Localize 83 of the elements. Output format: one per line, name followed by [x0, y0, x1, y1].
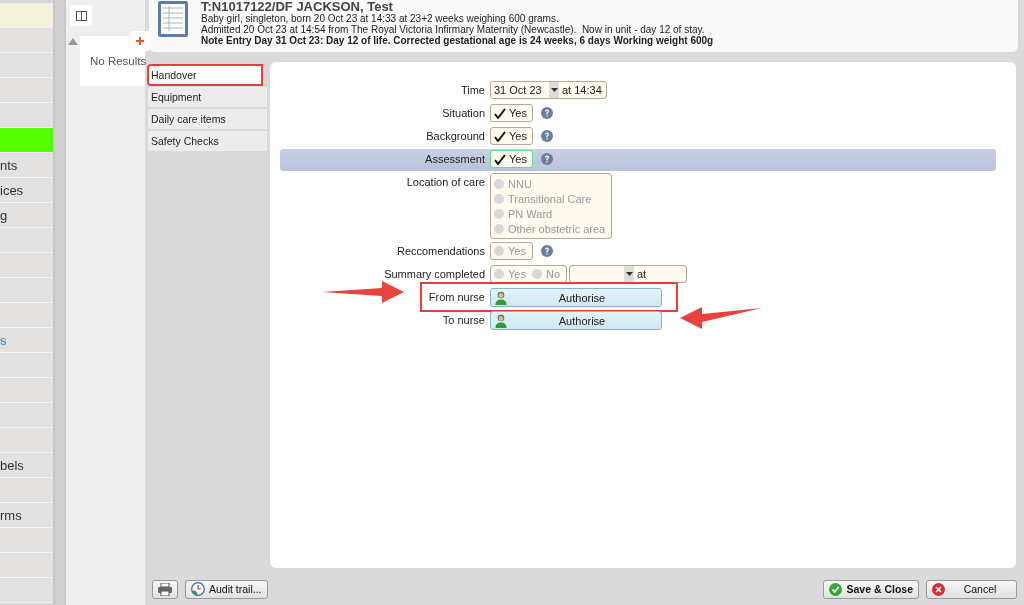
- field-label: Situation: [441, 106, 486, 121]
- sidebar-item[interactable]: [0, 253, 53, 278]
- yes-checkbox[interactable]: Yes: [490, 150, 533, 168]
- audit-trail-button[interactable]: Audit trail...: [185, 579, 268, 599]
- split-view-icon: [75, 10, 87, 21]
- no-results-text: No Results: [90, 55, 147, 67]
- date-value: 31 Oct 23: [494, 84, 543, 96]
- sidebar-item[interactable]: [0, 553, 53, 578]
- panel-toggle-button[interactable]: [70, 5, 92, 26]
- clock-globe-icon: [191, 582, 205, 596]
- cancel-button[interactable]: Cancel: [926, 579, 1017, 599]
- dropdown-button[interactable]: [549, 82, 559, 98]
- help-icon[interactable]: [541, 153, 553, 165]
- field-label: Location of care: [405, 175, 486, 190]
- sidebar-item[interactable]: [0, 303, 53, 328]
- check-icon: [494, 107, 506, 119]
- section-tab[interactable]: Daily care items: [148, 109, 267, 129]
- sidebar-item[interactable]: [0, 353, 53, 378]
- option-label: Yes: [509, 107, 527, 119]
- caret-icon: [550, 88, 558, 92]
- sidebar-item[interactable]: [0, 103, 53, 128]
- check-circle-icon: [829, 582, 843, 596]
- sidebar-item[interactable]: [0, 128, 53, 153]
- plus-icon: [136, 37, 144, 45]
- field-label: Time: [459, 83, 486, 98]
- sidebar-item[interactable]: [0, 3, 53, 28]
- person-icon: [495, 313, 507, 328]
- field-label: Assessment: [424, 152, 486, 167]
- section-tab[interactable]: Handover: [148, 65, 262, 85]
- print-button[interactable]: [152, 579, 178, 599]
- field-label: From nurse: [427, 290, 486, 305]
- option-label: Other obstetric area: [508, 222, 606, 235]
- sidebar-item[interactable]: [0, 378, 53, 403]
- note-entry-text: Note Entry Day 31 Oct 23: Day 12 of life. Corrected gestational age is 24 weeks, 6 days Working weight 600g: [201, 35, 714, 46]
- printer-icon: [158, 582, 172, 596]
- section-tab[interactable]: Safety Checks: [148, 131, 267, 151]
- sidebar-item[interactable]: [0, 578, 53, 603]
- sidebar-item[interactable]: nts: [0, 153, 53, 178]
- option-label: Yes: [509, 153, 527, 165]
- sidebar-item[interactable]: [0, 428, 53, 453]
- option-label: Yes: [509, 130, 527, 142]
- field-label: Reccomendations: [395, 244, 486, 259]
- time-text: at: [637, 268, 647, 280]
- yes-checkbox[interactable]: Yes: [490, 104, 533, 122]
- option-label: Transitional Care: [508, 192, 592, 205]
- authorise-button[interactable]: Authorise: [490, 288, 662, 307]
- option-label: Yes: [508, 245, 526, 257]
- sidebar-item[interactable]: g: [0, 203, 53, 228]
- patient-info-text: Admitted 20 Oct 23 at 14:54 from The Royal Victoria Infirmary Maternity (Newcastle). Now in unit - day 12 of stay.: [201, 24, 706, 35]
- sidebar-item[interactable]: [0, 403, 53, 428]
- scroll-up-icon: [68, 38, 78, 45]
- field-label: Summary completed: [383, 267, 486, 282]
- yes-checkbox[interactable]: Yes: [490, 127, 533, 145]
- time-text: at 14:34: [562, 84, 602, 96]
- option-label: NNU: [508, 177, 532, 190]
- sidebar-item[interactable]: [0, 53, 53, 78]
- check-icon: [494, 130, 506, 142]
- option-label: Yes: [508, 268, 526, 280]
- help-icon[interactable]: [541, 107, 553, 119]
- check-icon: [494, 153, 506, 165]
- field-label: To nurse: [441, 313, 486, 328]
- patient-title: T:N1017122/DF JACKSON, Test: [201, 0, 394, 13]
- option-label: No: [545, 268, 560, 280]
- sidebar-item[interactable]: [0, 228, 53, 253]
- option-label: PN Ward: [508, 207, 553, 220]
- caret-icon: [625, 272, 633, 276]
- help-icon[interactable]: [541, 130, 553, 142]
- authorise-button[interactable]: Authorise: [490, 311, 662, 330]
- patient-info-text: Baby girl, singleton, born 20 Oct 23 at 14:33 at 23+2 weeks weighing 600 grams.: [201, 13, 559, 24]
- sidebar-item[interactable]: bels: [0, 453, 53, 478]
- sidebar-item[interactable]: [0, 478, 53, 503]
- sidebar-item[interactable]: [0, 528, 53, 553]
- sidebar-item[interactable]: [0, 28, 53, 53]
- date-time-field[interactable]: 31 Oct 23 at 14:34: [490, 81, 607, 99]
- sidebar-item[interactable]: rms: [0, 503, 53, 528]
- sidebar-item[interactable]: [0, 78, 53, 103]
- sidebar-item[interactable]: [0, 278, 53, 303]
- sidebar-item[interactable]: ices: [0, 178, 53, 203]
- field-label: Background: [425, 129, 486, 144]
- save-close-button[interactable]: Save & Close: [823, 579, 919, 599]
- section-tab[interactable]: Equipment: [148, 87, 267, 107]
- person-icon: [495, 290, 507, 305]
- cancel-icon: [932, 582, 945, 596]
